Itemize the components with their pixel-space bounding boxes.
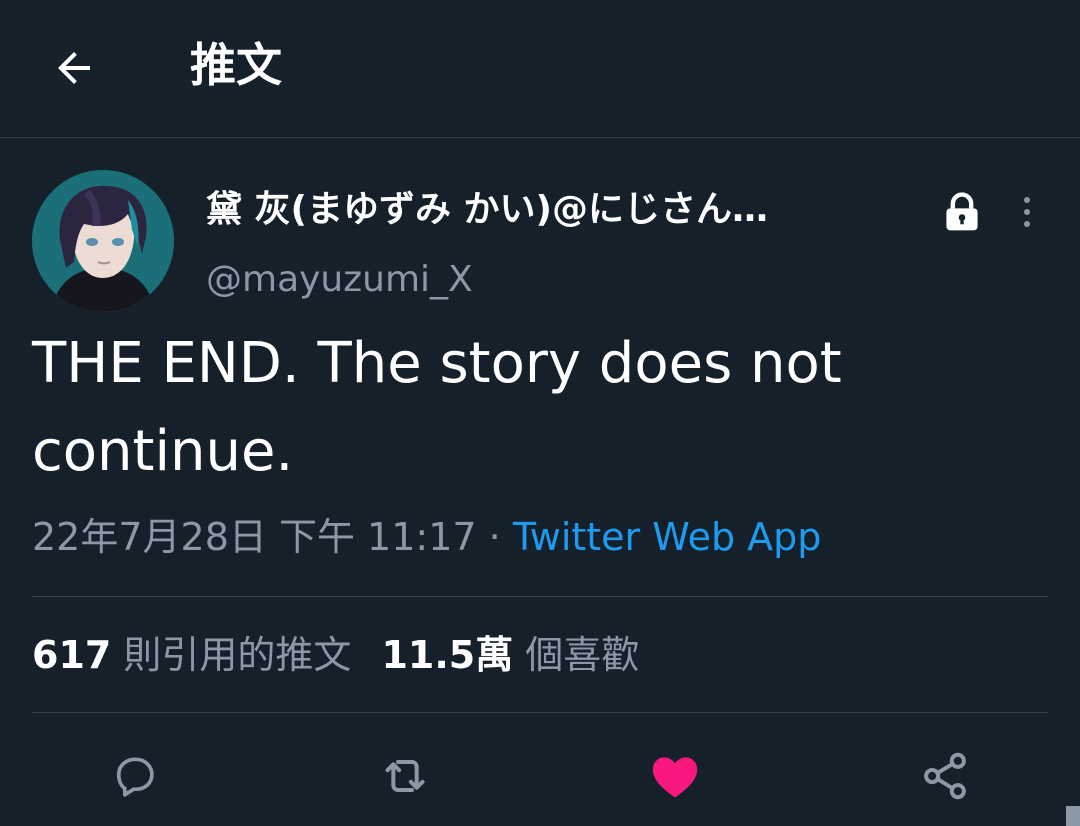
back-button[interactable] (48, 42, 100, 94)
quotes-count: 617 (32, 633, 112, 677)
source-link[interactable]: Twitter Web App (513, 515, 822, 559)
tweet-text: THE END. The story does not continue. (32, 331, 842, 484)
lock-icon (946, 192, 978, 231)
more-vertical-icon-dot (1024, 221, 1030, 227)
likes-stat[interactable]: 11.5萬 個喜歡 (381, 633, 639, 677)
retweet-button[interactable] (377, 748, 433, 804)
share-button[interactable] (917, 748, 973, 804)
divider (32, 712, 1048, 713)
more-options-button[interactable] (1012, 190, 1042, 234)
arrow-left-icon (58, 52, 90, 84)
share-icon (924, 752, 966, 800)
avatar-image (32, 170, 174, 312)
likes-count: 11.5萬 (381, 633, 514, 677)
divider (32, 596, 1048, 597)
engagement-stats: 617 則引用的推文 11.5萬 個喜歡 (32, 624, 639, 686)
more-vertical-icon-dot (1024, 209, 1030, 215)
timestamp[interactable]: 22年7月28日 下午 11:17 (32, 515, 477, 559)
scrollbar-thumb[interactable] (1066, 806, 1080, 826)
quotes-label: 則引用的推文 (123, 633, 352, 677)
reply-button[interactable] (107, 748, 163, 804)
avatar[interactable] (32, 170, 174, 312)
tweet-meta: 22年7月28日 下午 11:17 · Twitter Web App (32, 508, 821, 566)
like-button[interactable] (647, 748, 703, 804)
reply-icon (116, 757, 154, 797)
meta-separator: · (476, 515, 513, 559)
likes-label: 個喜歡 (525, 633, 640, 677)
more-vertical-icon-dot (1024, 197, 1030, 203)
top-app-bar: 推文 (0, 0, 1080, 138)
page-title: 推文 (190, 38, 282, 92)
heart-icon (652, 757, 698, 798)
display-name[interactable]: 黛 灰(まゆずみ かい)@にじさん… (206, 184, 768, 236)
retweet-icon (385, 760, 425, 792)
user-handle[interactable]: @mayuzumi_X (206, 254, 473, 306)
quote-tweets-stat[interactable]: 617 則引用的推文 (32, 633, 351, 677)
